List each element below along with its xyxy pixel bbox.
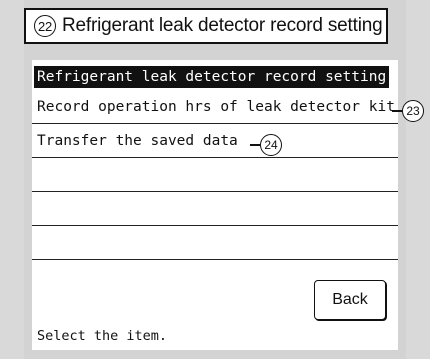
menu-item-label: Transfer the saved data [37, 133, 238, 149]
callout-number-badge: 23 [402, 100, 424, 122]
menu-item-empty-1[interactable] [32, 158, 398, 192]
back-button[interactable]: Back [314, 280, 386, 320]
controller-screen: Refrigerant leak detector record setting… [32, 60, 398, 350]
step-number-badge: 22 [34, 15, 56, 37]
menu-item-label: Record operation hrs of leak detector ki… [37, 99, 395, 115]
menu-item-empty-2[interactable] [32, 192, 398, 226]
menu-item-record-operation-hours[interactable]: Record operation hrs of leak detector ki… [32, 90, 398, 124]
callout-number-badge: 24 [260, 134, 282, 156]
figure-title: 22 Refrigerant leak detector record sett… [24, 8, 388, 44]
status-message: Select the item. [37, 328, 168, 344]
callout-leader-line [392, 110, 402, 112]
figure-title-text: Refrigerant leak detector record setting [62, 15, 383, 36]
menu-item-empty-3[interactable] [32, 226, 398, 260]
menu-item-transfer-saved-data[interactable]: Transfer the saved data [32, 124, 398, 158]
callout-23: 23 [392, 100, 424, 122]
callout-leader-line [250, 144, 260, 146]
callout-24: 24 [250, 134, 282, 156]
screen-header: Refrigerant leak detector record setting [34, 66, 390, 88]
